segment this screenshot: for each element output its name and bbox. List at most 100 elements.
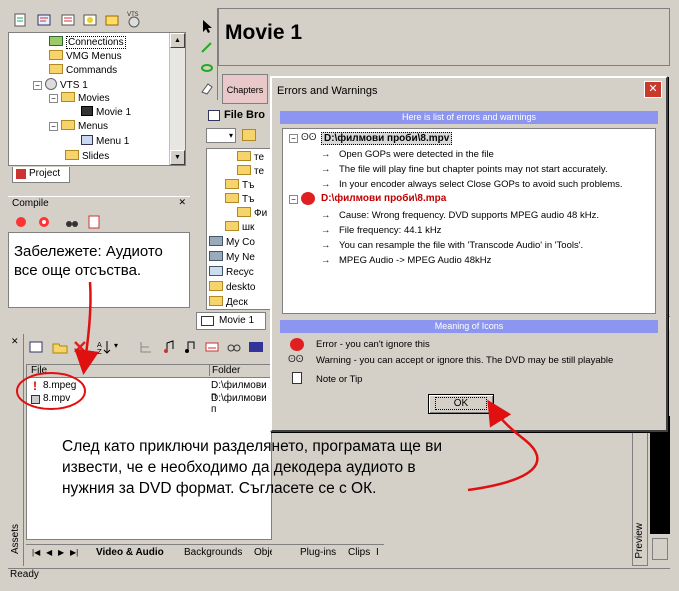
fb-item[interactable]: те: [237, 165, 264, 178]
legend-error: Error - you can't ignore this: [316, 339, 430, 350]
tab-movie-1[interactable]: Movie 1: [196, 312, 266, 330]
add-movie-icon[interactable]: [60, 12, 76, 28]
message-line: In your encoder always select Close GOPs…: [339, 179, 623, 190]
error-file-1[interactable]: D:\филмови проби\8.mpv: [321, 132, 453, 145]
collapse-icon[interactable]: −: [289, 195, 298, 204]
sort-icon[interactable]: AZ: [96, 339, 112, 356]
preview-screen: [650, 416, 670, 534]
eraser-icon[interactable]: [199, 80, 215, 96]
new-project-icon[interactable]: [12, 12, 28, 28]
project-icon: [16, 169, 26, 179]
vts-icon[interactable]: VTS: [126, 9, 142, 28]
tree-item-menus[interactable]: − Menus: [49, 120, 108, 133]
chapters-tab[interactable]: Chapters: [222, 74, 268, 104]
tree-item-connections[interactable]: Connections: [49, 36, 126, 49]
nav-prev-icon[interactable]: ◀: [46, 548, 52, 557]
fb-item[interactable]: Recyc: [209, 266, 254, 279]
audio-file-icon[interactable]: [162, 339, 178, 355]
delete-icon[interactable]: [72, 339, 88, 355]
close-panel-icon[interactable]: ✕: [11, 336, 19, 347]
fb-item[interactable]: шк: [225, 221, 254, 234]
open-folder-icon[interactable]: [52, 339, 68, 355]
tree-item-menu-1[interactable]: Menu 1: [81, 135, 129, 148]
message-line: MPEG Audio -> MPEG Audio 48kHz: [339, 255, 492, 266]
drive-dropdown[interactable]: ▾: [206, 128, 236, 143]
file-browser-toolbar: ▾: [196, 126, 276, 146]
movie-tab-icon: [201, 316, 214, 326]
check-icon[interactable]: [36, 214, 52, 230]
sort-dropdown-icon[interactable]: ▾: [114, 341, 118, 350]
compile-icon[interactable]: [14, 214, 30, 230]
binoculars-icon[interactable]: [64, 214, 80, 230]
nav-last-icon[interactable]: ▶|: [70, 548, 78, 557]
errors-dialog: Errors and Warnings ✕ Here is list of er…: [270, 76, 668, 432]
folder-icon: [225, 221, 239, 231]
arrow-icon: →: [321, 179, 331, 190]
scroll-down-icon[interactable]: ▼: [170, 150, 185, 165]
add-menu-icon[interactable]: [36, 12, 52, 28]
nav-next-icon[interactable]: ▶: [58, 548, 64, 557]
tree-view-icon[interactable]: [138, 339, 154, 355]
nav-first-icon[interactable]: |◀: [32, 548, 40, 557]
tab-more[interactable]: I: [376, 547, 379, 558]
tab-video-audio[interactable]: Video & Audio: [96, 547, 164, 558]
close-icon[interactable]: ✕: [644, 81, 662, 98]
collapse-icon[interactable]: −: [289, 134, 298, 143]
scroll-up-icon[interactable]: ▲: [170, 33, 185, 48]
asset-view-icon[interactable]: [28, 339, 44, 355]
arrow-icon: →: [321, 210, 331, 221]
up-folder-icon[interactable]: [242, 129, 256, 141]
fb-item[interactable]: те: [237, 151, 264, 164]
tree-item-movies[interactable]: − Movies: [49, 92, 110, 105]
error-file-2[interactable]: D:\филмови проби\8.mpa: [321, 193, 446, 204]
music-icon[interactable]: [182, 339, 198, 355]
arrow-icon: →: [321, 164, 331, 175]
tab-backgrounds[interactable]: Backgrounds: [184, 547, 242, 558]
search-asset-icon[interactable]: [226, 339, 242, 355]
tree-item-vts-1[interactable]: − VTS 1: [33, 78, 88, 92]
fb-item[interactable]: My Co: [209, 236, 255, 249]
add-title-set-icon[interactable]: [104, 12, 120, 28]
connections-icon: [49, 36, 63, 46]
tree-item-commands[interactable]: Commands: [49, 64, 117, 77]
project-tree: Connections VMG Menus Commands − VTS 1 − M…: [8, 32, 186, 166]
tools-column: [196, 8, 218, 100]
tab-clips[interactable]: Clips: [348, 547, 370, 558]
menu-icon: [81, 135, 93, 145]
pointer-icon[interactable]: [199, 18, 215, 34]
project-scrollbar[interactable]: ▲ ▼: [169, 33, 185, 165]
fb-item[interactable]: My Ne: [209, 251, 255, 264]
connect-icon[interactable]: [199, 60, 215, 76]
tree-item-slides[interactable]: Slides: [65, 150, 109, 163]
report-icon[interactable]: [86, 214, 102, 230]
tree-item-vmg-menus[interactable]: VMG Menus: [49, 50, 122, 63]
image-icon[interactable]: [248, 339, 264, 355]
expander-icon[interactable]: −: [49, 94, 58, 103]
fb-item[interactable]: Тъ: [225, 193, 254, 206]
expander-icon[interactable]: −: [33, 81, 42, 90]
tree-item-movie-1[interactable]: Movie 1: [81, 106, 131, 119]
error-icon: [290, 338, 304, 351]
message-line: File frequency: 44.1 kHz: [339, 225, 442, 236]
preview-slider[interactable]: [652, 538, 668, 560]
tab-plug-ins[interactable]: Plug-ins: [300, 547, 336, 558]
add-link-icon[interactable]: [199, 40, 215, 56]
movie-header: Movie 1: [218, 8, 670, 66]
dialog-titlebar[interactable]: Errors and Warnings ✕: [274, 80, 664, 100]
annotation-ok-hint: След като приключи разделянето, програма…: [62, 438, 443, 497]
add-slideshow-icon[interactable]: [82, 12, 98, 28]
subtitle-icon[interactable]: [204, 339, 220, 355]
ok-button[interactable]: OK: [428, 394, 494, 414]
project-tab[interactable]: Project: [12, 167, 70, 183]
errors-list[interactable]: − ʘʘ D:\филмови проби\8.mpv → Open GOPs …: [282, 128, 656, 314]
fb-item[interactable]: deskto: [209, 281, 255, 294]
status-bar: Ready: [8, 568, 670, 582]
compile-header: Compile ✕: [8, 196, 190, 210]
fb-item[interactable]: Тъ: [225, 179, 254, 192]
fb-item[interactable]: Деск: [209, 296, 248, 309]
error-icon: [301, 192, 315, 205]
fb-item[interactable]: Фи: [237, 207, 267, 220]
svg-text:Z: Z: [97, 348, 102, 355]
close-panel-icon[interactable]: ✕: [178, 197, 186, 208]
expander-icon[interactable]: −: [49, 122, 58, 131]
